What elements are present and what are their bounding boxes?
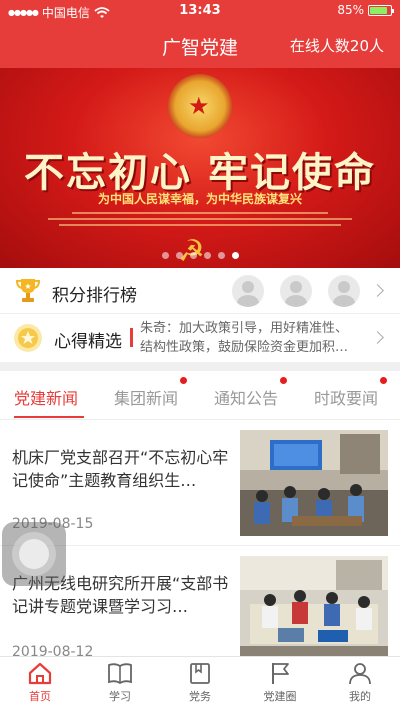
ranking-label: 积分排行榜 <box>52 286 137 306</box>
tab-group-news[interactable]: 集团新闻 <box>114 377 188 409</box>
home-icon <box>28 662 52 685</box>
tabbar-label: 学习 <box>109 690 131 703</box>
banner-fine-print <box>40 208 360 228</box>
news-thumbnail <box>240 556 388 662</box>
trophy-icon: ★ <box>15 279 41 302</box>
tabbar-study[interactable]: 学习 <box>90 661 150 704</box>
tab-label: 通知公告 <box>214 389 279 408</box>
online-count: 在线人数20人 <box>289 37 384 55</box>
news-title: 机床厂党支部召开“不忘初心牢记使命”主题教育组织生… <box>12 448 229 490</box>
chevron-right-icon <box>371 331 384 344</box>
flag-icon <box>272 663 289 684</box>
app-header: 广智党建 在线人数20人 <box>0 22 400 68</box>
avatar[interactable] <box>328 275 360 307</box>
tabbar-label: 我的 <box>349 690 371 703</box>
tab-current-affairs[interactable]: 时政要闻 <box>314 377 388 409</box>
news-thumbnail <box>240 430 388 536</box>
carousel-indicator[interactable] <box>0 252 400 259</box>
active-tab-underline <box>14 416 84 418</box>
avatar[interactable] <box>280 275 312 307</box>
chevron-right-icon <box>371 284 384 297</box>
battery-percent: 85% <box>337 3 364 17</box>
unread-dot <box>180 377 188 384</box>
tab-party-news[interactable]: 党建新闻 <box>14 385 78 409</box>
avatar[interactable] <box>232 275 264 307</box>
banner-carousel[interactable]: ★ 不忘初心 牢记使命 为中国人民谋幸福，为中华民族谋复兴 ☭ <box>0 68 400 268</box>
banner-subtitle: 为中国人民谋幸福，为中华民族谋复兴 <box>97 192 302 206</box>
tabbar-party-affairs[interactable]: 党务 <box>170 661 230 704</box>
featured-notes-row[interactable]: 心得精选 朱奇：加大政策引导，用好精准性、 结构性政策，鼓励保险资金更加积… <box>0 314 400 362</box>
carousel-dot[interactable] <box>175 252 183 259</box>
news-tabs: 党建新闻 集团新闻 通知公告 时政要闻 <box>0 371 400 420</box>
star-icon: ★ <box>188 92 210 120</box>
notes-divider <box>130 328 133 347</box>
book-icon <box>108 663 132 685</box>
status-bar: ●●●●● 中国电信 13:43 85% <box>0 0 400 22</box>
section-divider <box>0 362 400 371</box>
battery-icon <box>368 4 394 16</box>
points-ranking-row[interactable]: ★ 积分排行榜 <box>0 268 400 314</box>
tabbar-label: 党建圈 <box>263 690 297 703</box>
carousel-dot[interactable] <box>161 252 169 259</box>
notes-excerpt: 朱奇：加大政策引导，用好精准性、 结构性政策，鼓励保险资金更加积… <box>140 321 349 355</box>
carousel-dot[interactable] <box>189 252 197 259</box>
tabbar-party-circle[interactable]: 党建圈 <box>250 661 310 704</box>
carousel-dot[interactable] <box>231 252 239 259</box>
battery-fill <box>370 6 387 14</box>
profile-icon <box>349 663 371 685</box>
bottom-tab-bar: 首页 学习 党务 党建圈 我的 <box>0 656 400 710</box>
tabbar-profile[interactable]: 我的 <box>330 661 390 704</box>
unread-dot <box>380 377 388 384</box>
carousel-dot[interactable] <box>217 252 225 259</box>
party-affairs-icon <box>190 663 210 684</box>
tabbar-home[interactable]: 首页 <box>10 661 70 704</box>
tab-label: 时政要闻 <box>314 389 379 408</box>
notes-label: 心得精选 <box>54 332 122 352</box>
svg-text:★: ★ <box>24 282 31 291</box>
medal-icon <box>14 324 42 352</box>
carousel-dot[interactable] <box>203 252 211 259</box>
assistive-touch-button[interactable] <box>2 522 66 586</box>
hammer-sickle-icon: ☭ <box>178 234 205 268</box>
status-right: 85% <box>337 3 394 17</box>
tabbar-label: 党务 <box>189 690 211 703</box>
unread-dot <box>280 377 288 384</box>
tabbar-label: 首页 <box>29 690 51 703</box>
tab-notices[interactable]: 通知公告 <box>214 377 288 409</box>
tab-label: 党建新闻 <box>14 389 79 408</box>
tab-label: 集团新闻 <box>114 389 179 408</box>
